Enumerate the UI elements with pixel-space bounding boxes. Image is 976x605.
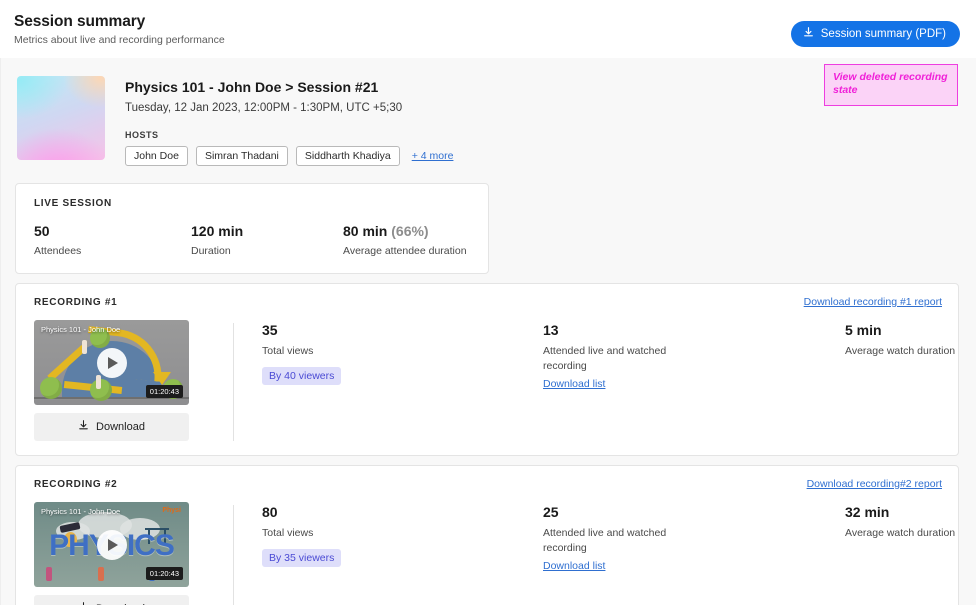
download-recording-button[interactable]: Download [34,413,189,441]
stat-label: Average attendee duration [343,245,467,257]
metric-value: 25 [543,504,559,520]
download-recording-button[interactable]: Download [34,595,189,605]
thumbnail-badge: Physi [162,507,181,514]
recording-preview: Physics 101 - John Doe 01:20:43 Download [34,320,189,441]
page-header: Session summary Metrics about live and r… [0,0,976,58]
session-title: Physics 101 - John Doe > Session #21 [125,79,379,95]
live-session-heading: LIVE SESSION [34,198,112,209]
metric-total-views: 35 Total views By 40 viewers [262,322,543,441]
page-body: Physics 101 - John Doe > Session #21 Tue… [0,58,976,605]
metric-value: 13 [543,322,559,338]
metric-label: Attended live and watched recording [543,345,667,372]
download-recording-report-link[interactable]: Download recording#2 report [807,478,942,490]
more-hosts-link[interactable]: + 4 more [412,150,454,162]
metric-attended-live-and-watched: 25 Attended live and watched recording D… [543,504,845,605]
download-icon [78,420,89,434]
recording-card-2: RECORDING #2 Download recording#2 report… [15,465,959,605]
metric-value: 32 min [845,504,890,520]
recording-metrics: 80 Total views By 35 viewers 25 Attended… [234,502,955,605]
stat-value-percent: (66%) [391,223,429,239]
stat-value: 50 [34,223,50,239]
download-icon [803,27,814,41]
session-summary-pdf-button[interactable]: Session summary (PDF) [790,21,960,47]
hosts-label: HOSTS [125,130,159,140]
recording-header: RECORDING #2 Download recording#2 report [34,478,942,490]
stat-attendees: 50 Attendees [34,223,191,257]
play-icon[interactable] [96,347,127,378]
thumbnail-duration: 01:20:43 [145,385,183,398]
download-list-link[interactable]: Download list [543,560,605,572]
deleted-recording-annotation: View deleted recording state [824,64,958,107]
thumbnail-title: Physics 101 - John Doe [41,507,121,516]
thumbnail-title: Physics 101 - John Doe [41,325,121,334]
metric-value: 5 min [845,322,882,338]
metric-label: Average watch duration [845,527,956,539]
stat-label: Duration [191,245,231,257]
recording-thumbnail[interactable]: PHYSICS Physics 101 - John Doe Physi 01:… [34,502,189,587]
recording-body: PHYSICS Physics 101 - John Doe Physi 01:… [34,502,955,605]
metric-label: Attended live and watched recording [543,527,667,554]
session-block: Physics 101 - John Doe > Session #21 Tue… [15,58,962,174]
stat-value-main: 80 min [343,223,388,239]
live-session-card: LIVE SESSION 50 Attendees 120 min Durati… [15,183,489,274]
session-info: Physics 101 - John Doe > Session #21 Tue… [125,76,453,166]
play-icon[interactable] [96,529,127,560]
stat-label: Attendees [34,245,82,257]
metric-label: Average watch duration [845,345,956,357]
recording-preview: PHYSICS Physics 101 - John Doe Physi 01:… [34,502,189,605]
download-recording-report-link[interactable]: Download recording #1 report [804,296,942,308]
pdf-button-label: Session summary (PDF) [820,28,946,40]
download-list-link[interactable]: Download list [543,378,605,390]
stat-duration: 120 min Duration [191,223,343,257]
thumbnail-duration: 01:20:43 [145,567,183,580]
metric-label: Total views [262,345,314,357]
metric-value: 80 [262,504,278,520]
download-button-label: Download [96,421,145,433]
live-session-stats: 50 Attendees 120 min Duration 80 min (66… [34,223,470,257]
recording-body: Physics 101 - John Doe 01:20:43 Download [34,320,955,441]
metric-value: 35 [262,322,278,338]
host-chip[interactable]: Siddharth Khadiya [295,146,400,166]
viewers-badge: By 40 viewers [262,366,342,385]
stat-value: 80 min (66%) [343,223,467,239]
header-titles: Session summary Metrics about live and r… [14,13,225,46]
metric-label: Total views [262,527,314,539]
viewers-badge: By 35 viewers [262,548,342,567]
session-thumbnail [17,76,105,160]
host-chip[interactable]: John Doe [125,146,188,166]
page-title: Session summary [14,13,146,30]
recording-thumbnail[interactable]: Physics 101 - John Doe 01:20:43 [34,320,189,405]
recording-heading: RECORDING #2 [34,479,118,490]
stat-average-attendee-duration: 80 min (66%) Average attendee duration [343,223,467,257]
metric-total-views: 80 Total views By 35 viewers [262,504,543,605]
recording-metrics: 35 Total views By 40 viewers 13 Attended… [234,320,955,441]
recording-heading: RECORDING #1 [34,297,118,308]
metric-average-watch-duration: 5 min Average watch duration [845,322,955,441]
page-subtitle: Metrics about live and recording perform… [14,34,225,46]
stat-value: 120 min [191,223,244,239]
session-summary-page: Session summary Metrics about live and r… [0,0,976,605]
session-datetime: Tuesday, 12 Jan 2023, 12:00PM - 1:30PM, … [125,102,403,114]
host-chip[interactable]: Simran Thadani [195,146,288,166]
metric-attended-live-and-watched: 13 Attended live and watched recording D… [543,322,845,441]
recording-header: RECORDING #1 Download recording #1 repor… [34,296,942,308]
hosts-row: John Doe Simran Thadani Siddharth Khadiy… [125,146,453,166]
metric-average-watch-duration: 32 min Average watch duration [845,504,955,605]
recording-card-1: RECORDING #1 Download recording #1 repor… [15,283,959,456]
